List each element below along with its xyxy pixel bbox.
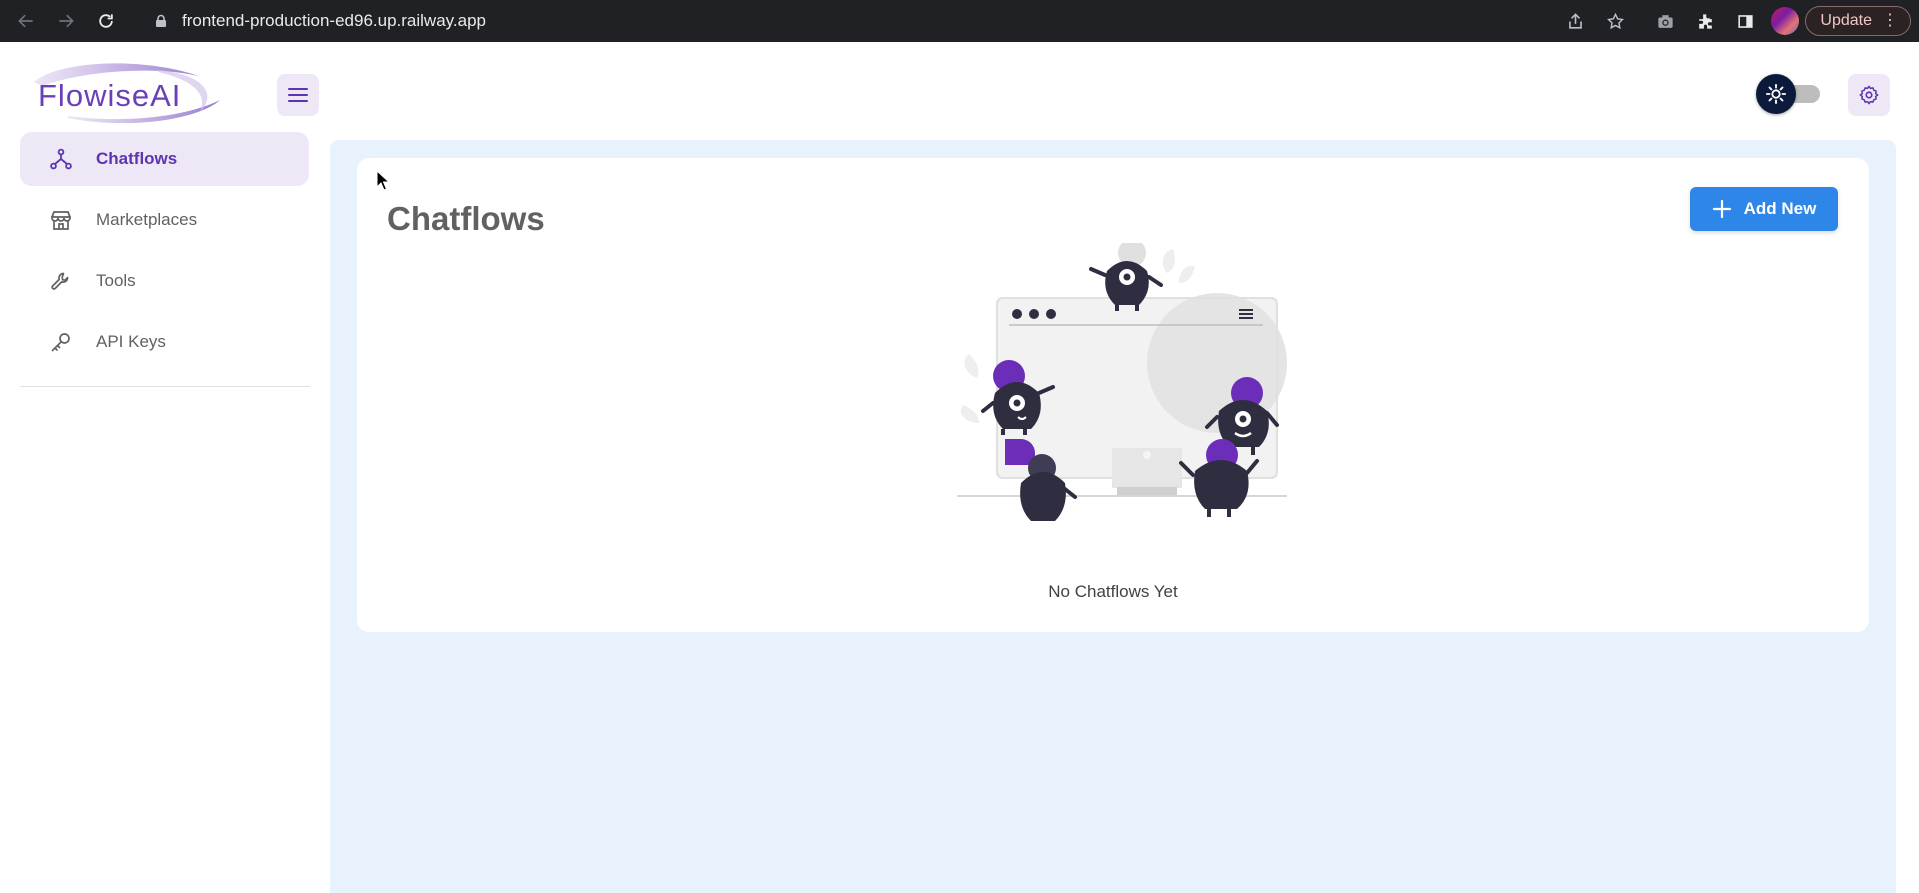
theme-toggle[interactable] (1756, 72, 1822, 116)
sun-icon (1765, 83, 1787, 105)
toggle-knob (1756, 74, 1796, 114)
key-icon (48, 329, 74, 355)
menu-dots-icon: ⋮ (1882, 12, 1898, 29)
chatflows-card: Chatflows Add New No Chatflows Yet (357, 158, 1869, 632)
url-text: frontend-production-ed96.up.railway.app (182, 11, 486, 30)
sidebar-item-chatflows[interactable]: Chatflows (20, 132, 309, 186)
hamburger-menu-icon (288, 88, 308, 102)
sidepanel-icon[interactable] (1725, 0, 1765, 42)
star-icon[interactable] (1595, 0, 1635, 42)
empty-state-illustration (957, 243, 1287, 521)
settings-button[interactable] (1848, 74, 1890, 116)
sidebar-item-label: API Keys (96, 332, 166, 351)
chatflow-nodes-icon (48, 146, 74, 172)
sidebar-item-api-keys[interactable]: API Keys (20, 315, 309, 369)
mouse-cursor-icon (376, 170, 390, 191)
back-icon[interactable] (6, 0, 46, 42)
camera-icon[interactable] (1645, 0, 1685, 42)
profile-avatar[interactable] (1771, 7, 1800, 35)
store-icon (48, 207, 74, 233)
address-bar[interactable]: frontend-production-ed96.up.railway.app (140, 6, 1610, 36)
app-header: FlowiseAI (0, 42, 1919, 136)
forward-icon[interactable] (46, 0, 86, 42)
sidebar-item-marketplaces[interactable]: Marketplaces (20, 193, 309, 247)
add-new-label: Add New (1743, 199, 1817, 218)
logo-text: FlowiseAI (38, 78, 182, 113)
sidebar-item-label: Marketplaces (96, 210, 198, 229)
plus-icon (1712, 199, 1731, 219)
main-content: Chatflows Add New No Chatflows Yet (330, 140, 1896, 893)
extensions-icon[interactable] (1685, 0, 1725, 42)
wrench-icon (48, 268, 74, 294)
empty-state-text: No Chatflows Yet (1048, 582, 1178, 601)
sidebar-divider (20, 386, 310, 387)
flowise-logo[interactable]: FlowiseAI (28, 60, 224, 124)
page-title: Chatflows (387, 200, 545, 237)
add-new-button[interactable]: Add New (1690, 187, 1838, 231)
hamburger-menu-button[interactable] (277, 74, 319, 116)
share-icon[interactable] (1555, 0, 1595, 42)
settings-gear-icon (1859, 85, 1879, 105)
update-label: Update (1820, 12, 1872, 29)
sidebar: Chatflows Marketplaces Tools API Keys (0, 132, 330, 893)
sidebar-item-tools[interactable]: Tools (20, 254, 309, 308)
lock-icon (156, 14, 166, 27)
update-button[interactable]: Update ⋮ (1805, 6, 1911, 36)
browser-toolbar: frontend-production-ed96.up.railway.app … (0, 0, 1919, 42)
sidebar-item-label: Chatflows (96, 149, 178, 168)
reload-icon[interactable] (86, 0, 126, 42)
sidebar-item-label: Tools (96, 271, 136, 290)
